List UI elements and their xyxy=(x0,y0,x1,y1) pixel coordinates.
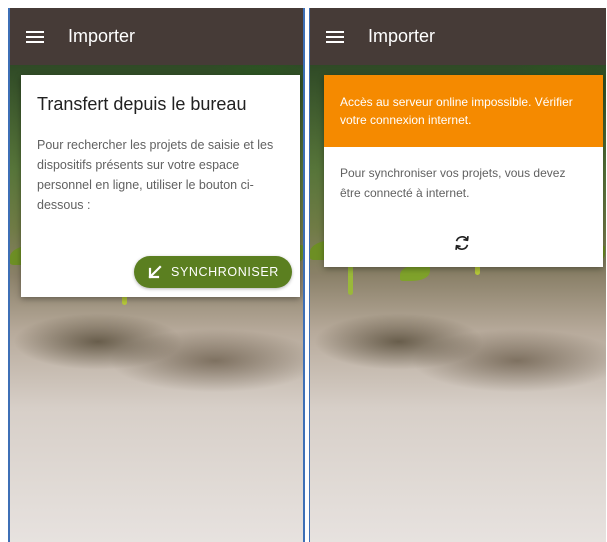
app-bar-title: Importer xyxy=(368,26,436,46)
synchronize-button-label: SYNCHRONISER xyxy=(171,265,279,279)
screen-import-desktop: Importer Transfert depuis le bureau Pour… xyxy=(8,8,305,542)
error-banner: Accès au serveur online impossible. Véri… xyxy=(324,75,603,147)
card-description: Pour synchroniser vos projets, vous deve… xyxy=(340,166,566,200)
transfer-card: Transfert depuis le bureau Pour recherch… xyxy=(21,75,300,297)
offline-card: Accès au serveur online impossible. Véri… xyxy=(324,75,603,267)
error-message: Accès au serveur online impossible. Véri… xyxy=(340,95,573,127)
hamburger-menu-icon[interactable] xyxy=(26,30,44,44)
refresh-icon[interactable] xyxy=(451,232,473,254)
seedling-leaf xyxy=(400,265,430,281)
screen-import-offline: Importer Accès au serveur online impossi… xyxy=(309,8,606,542)
card-description: Pour rechercher les projets de saisie et… xyxy=(37,138,274,212)
app-bar: Importer xyxy=(310,8,606,65)
app-bar-title: Importer xyxy=(68,26,136,46)
arrow-down-left-icon xyxy=(148,265,162,279)
synchronize-button[interactable]: SYNCHRONISER xyxy=(134,256,292,288)
app-bar: Importer xyxy=(10,8,303,65)
hamburger-menu-icon[interactable] xyxy=(326,30,344,44)
card-title: Transfert depuis le bureau xyxy=(37,94,247,114)
